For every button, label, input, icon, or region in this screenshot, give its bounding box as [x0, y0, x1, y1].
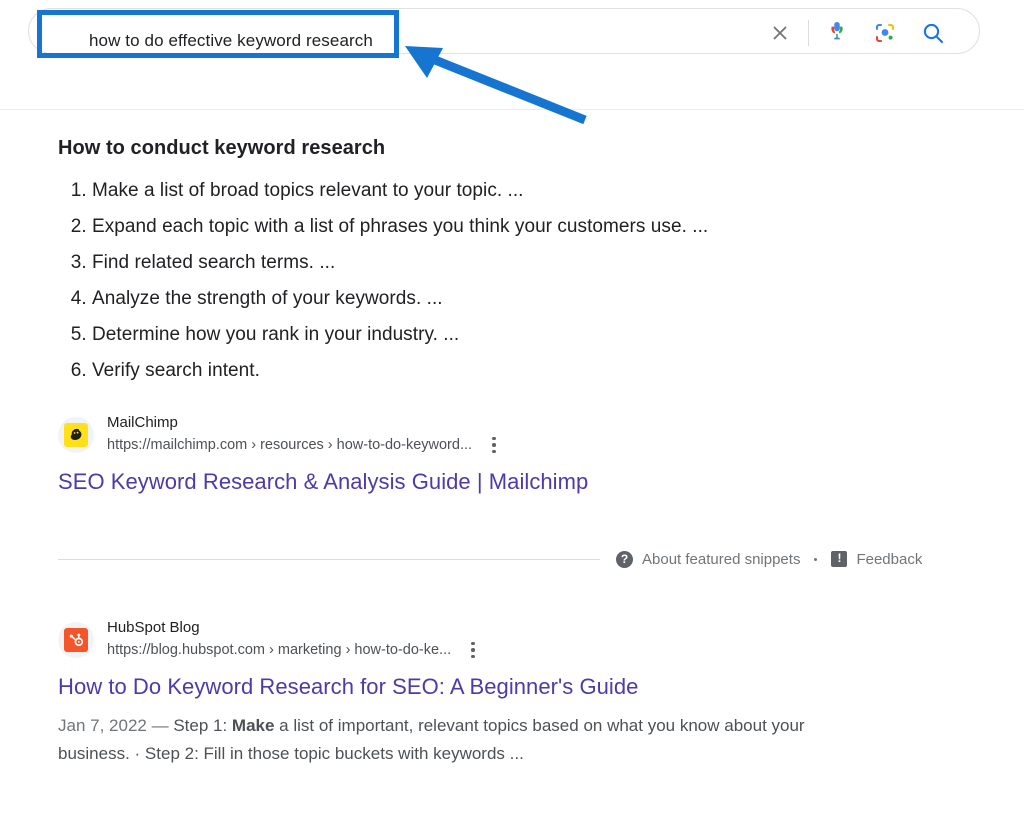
separator-dot	[814, 558, 817, 561]
hubspot-logo-icon	[66, 630, 86, 650]
search-actions	[756, 18, 957, 48]
desc-before: Step 1:	[173, 716, 232, 735]
kebab-dot	[492, 450, 496, 454]
result-options-button[interactable]	[486, 433, 502, 458]
divider	[58, 559, 600, 560]
microphone-icon	[826, 20, 848, 46]
search-result: HubSpot Blog https://blog.hubspot.com › …	[58, 619, 958, 768]
site-name: MailChimp	[107, 413, 502, 433]
search-input[interactable]: how to do effective keyword research	[89, 31, 373, 51]
favicon-container	[58, 622, 94, 658]
result-title-link[interactable]: How to Do Keyword Research for SEO: A Be…	[58, 672, 638, 702]
mailchimp-logo-icon	[66, 425, 86, 445]
close-icon	[769, 22, 791, 44]
result-description: Jan 7, 2022 — Step 1: Make a list of imp…	[58, 712, 873, 768]
voice-search-button[interactable]	[813, 18, 861, 48]
featured-snippet-links: ? About featured snippets Feedback	[616, 551, 922, 568]
site-url-row: https://mailchimp.com › resources › how-…	[107, 433, 502, 458]
kebab-dot	[492, 443, 496, 447]
favicon-container	[58, 417, 94, 453]
report-flag-icon	[831, 551, 847, 567]
site-url-row: https://blog.hubspot.com › marketing › h…	[107, 638, 481, 663]
search-submit-button[interactable]	[909, 18, 957, 48]
about-featured-snippets-label: About featured snippets	[642, 551, 800, 568]
divider	[808, 20, 809, 46]
list-item: Determine how you rank in your industry.…	[92, 317, 938, 353]
desc-bold-term: Make	[232, 716, 275, 735]
featured-snippet-footer: ? About featured snippets Feedback	[58, 547, 958, 571]
list-item: Expand each topic with a list of phrases…	[92, 209, 938, 245]
feedback-label: Feedback	[856, 551, 922, 568]
mailchimp-favicon	[64, 423, 88, 447]
result-site-meta: MailChimp https://mailchimp.com › resour…	[107, 413, 502, 458]
result-options-button[interactable]	[465, 638, 481, 663]
list-item: Analyze the strength of your keywords. .…	[92, 281, 938, 317]
featured-snippet-heading: How to conduct keyword research	[58, 137, 385, 160]
list-item: Make a list of broad topics relevant to …	[92, 173, 938, 209]
result-site-meta: HubSpot Blog https://blog.hubspot.com › …	[107, 618, 481, 663]
hubspot-favicon	[64, 628, 88, 652]
site-url: https://mailchimp.com › resources › how-…	[107, 435, 472, 455]
about-featured-snippets-link[interactable]: ? About featured snippets	[616, 551, 800, 568]
featured-snippet-list: Make a list of broad topics relevant to …	[58, 173, 938, 389]
list-item: Find related search terms. ...	[92, 245, 938, 281]
kebab-dot	[471, 655, 475, 659]
result-date: Jan 7, 2022 —	[58, 716, 173, 735]
site-url: https://blog.hubspot.com › marketing › h…	[107, 640, 451, 660]
result-header: HubSpot Blog https://blog.hubspot.com › …	[58, 619, 958, 661]
lens-search-button[interactable]	[861, 18, 909, 48]
question-mark-icon: ?	[616, 551, 633, 568]
feedback-link[interactable]: Feedback	[831, 551, 922, 568]
search-bar[interactable]: how to do effective keyword research	[28, 8, 980, 54]
featured-snippet-source: MailChimp https://mailchimp.com › resour…	[58, 414, 958, 497]
google-lens-icon	[873, 21, 897, 45]
kebab-dot	[471, 642, 475, 646]
result-header: MailChimp https://mailchimp.com › resour…	[58, 414, 958, 456]
site-name: HubSpot Blog	[107, 618, 481, 638]
search-header: how to do effective keyword research	[0, 0, 1024, 110]
kebab-dot	[492, 437, 496, 441]
result-title-link[interactable]: SEO Keyword Research & Analysis Guide | …	[58, 467, 588, 497]
list-item: Verify search intent.	[92, 353, 938, 389]
clear-search-button[interactable]	[756, 18, 804, 48]
search-icon	[921, 21, 945, 45]
kebab-dot	[471, 648, 475, 652]
